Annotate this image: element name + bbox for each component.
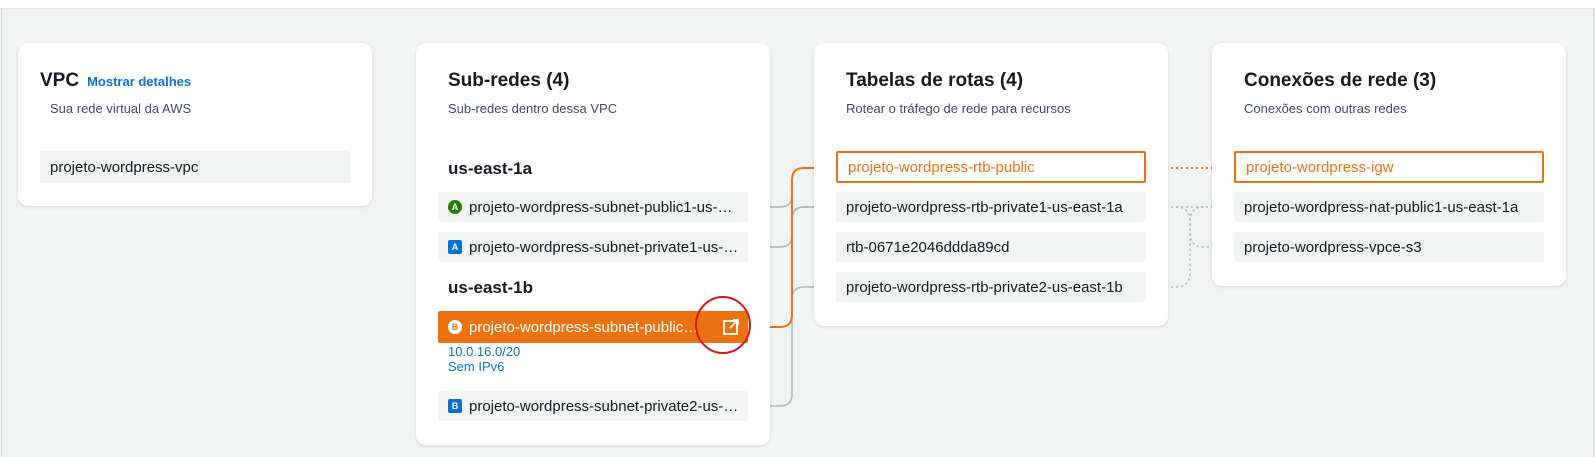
show-details-link[interactable]: Mostrar detalhes — [87, 74, 191, 89]
connection-item[interactable]: projeto-wordpress-nat-public1-us-east-1a — [1234, 192, 1544, 222]
connection-label: projeto-wordpress-igw — [1246, 158, 1394, 176]
subnet-label: projeto-wordpress-subnet-public2-us-east… — [469, 318, 701, 336]
subnet-label: projeto-wordpress-subnet-private2-us-eas… — [469, 397, 740, 415]
network-connections-subtitle: Conexões com outras redes — [1244, 101, 1407, 116]
route-table-item-highlighted[interactable]: projeto-wordpress-rtb-public — [836, 151, 1146, 183]
vpc-subtitle: Sua rede virtual da AWS — [50, 101, 192, 116]
connection-item[interactable]: projeto-wordpress-vpce-s3 — [1234, 232, 1544, 262]
route-table-label: projeto-wordpress-rtb-private1-us-east-1… — [846, 198, 1123, 216]
subnet-item[interactable]: A projeto-wordpress-subnet-private1-us-e… — [438, 232, 748, 262]
route-table-item[interactable]: rtb-0671e2046ddda89cd — [836, 232, 1146, 262]
vpc-card: VPC Mostrar detalhes Sua rede virtual da … — [18, 43, 372, 206]
connection-label: projeto-wordpress-vpce-s3 — [1244, 238, 1422, 256]
subnet-label: projeto-wordpress-subnet-public1-us-east… — [469, 198, 740, 216]
network-connections-title: Conexões de rede (3) — [1244, 70, 1437, 91]
subnets-title: Sub-redes (4) — [448, 70, 570, 91]
external-link-icon[interactable] — [722, 318, 740, 336]
subnet-item[interactable]: A projeto-wordpress-subnet-public1-us-ea… — [438, 192, 748, 222]
subnet-item-selected[interactable]: B projeto-wordpress-subnet-public2-us-ea… — [438, 311, 748, 343]
zone-label-us-east-1a: us-east-1a — [448, 159, 533, 178]
connection-label: projeto-wordpress-nat-public1-us-east-1a — [1244, 198, 1519, 216]
vpc-title: VPC — [40, 70, 80, 91]
zone-label-us-east-1b: us-east-1b — [448, 278, 534, 297]
subnet-ipv6: Sem IPv6 — [448, 359, 505, 374]
route-table-item[interactable]: projeto-wordpress-rtb-private1-us-east-1… — [836, 192, 1146, 222]
route-table-label: projeto-wordpress-rtb-private2-us-east-1… — [846, 278, 1123, 296]
connection-item-highlighted[interactable]: projeto-wordpress-igw — [1234, 151, 1544, 183]
vpc-card-title: VPC Mostrar detalhes — [40, 70, 191, 92]
vpc-name: projeto-wordpress-vpc — [50, 158, 199, 176]
subnet-label: projeto-wordpress-subnet-private1-us-eas… — [469, 238, 740, 256]
vpc-name-item[interactable]: projeto-wordpress-vpc — [40, 151, 350, 183]
availability-zone-badge: B — [448, 320, 462, 334]
subnet-cidr: 10.0.16.0/20 — [448, 344, 521, 359]
route-table-item[interactable]: projeto-wordpress-rtb-private2-us-east-1… — [836, 272, 1146, 302]
route-table-label: rtb-0671e2046ddda89cd — [846, 238, 1010, 256]
route-tables-subtitle: Rotear o tráfego de rede para recursos — [846, 101, 1071, 116]
availability-zone-badge: A — [448, 240, 462, 254]
availability-zone-badge: A — [448, 200, 462, 214]
route-tables-title: Tabelas de rotas (4) — [846, 70, 1024, 91]
subnet-item[interactable]: B projeto-wordpress-subnet-private2-us-e… — [438, 391, 748, 421]
subnets-subtitle: Sub-redes dentro dessa VPC — [448, 101, 618, 116]
route-table-label: projeto-wordpress-rtb-public — [848, 158, 1035, 176]
availability-zone-badge: B — [448, 399, 462, 413]
